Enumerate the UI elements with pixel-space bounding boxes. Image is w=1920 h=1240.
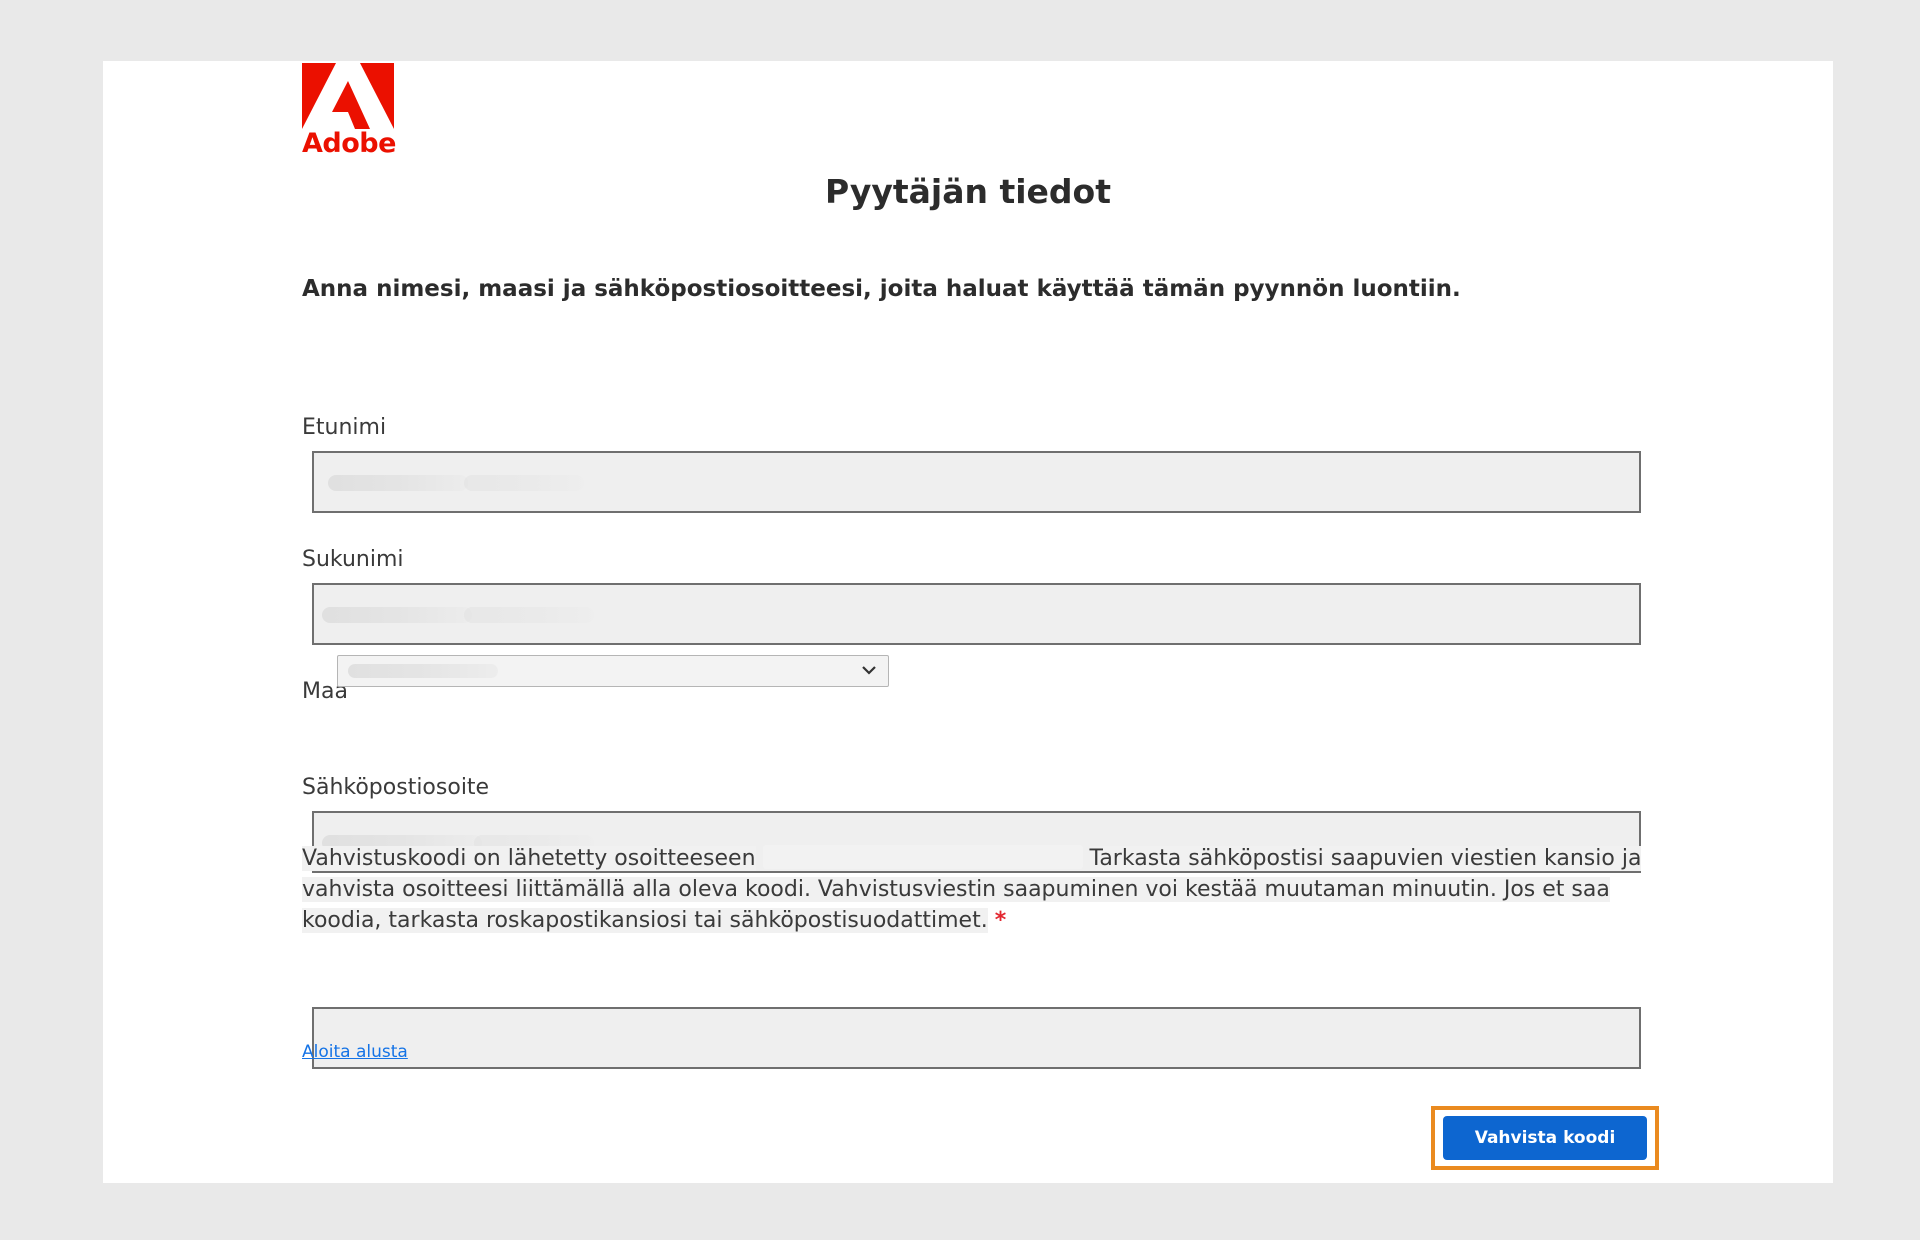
last-name-redacted-value-tail	[464, 607, 594, 623]
verify-code-button[interactable]: Vahvista koodi	[1443, 1116, 1647, 1160]
required-marker: *	[994, 908, 1007, 933]
chevron-down-icon	[862, 666, 876, 675]
first-name-redacted-value-tail	[464, 475, 584, 491]
verification-code-input[interactable]	[312, 1007, 1641, 1069]
adobe-logo-icon	[302, 63, 394, 129]
last-name-input[interactable]	[312, 583, 1641, 645]
email-label: Sähköpostiosoite	[302, 775, 490, 800]
first-name-label: Etunimi	[302, 415, 387, 440]
verification-text-before: Vahvistuskoodi on lähetetty osoitteeseen	[302, 846, 756, 871]
country-select[interactable]	[337, 655, 889, 687]
last-name-redacted-value	[322, 607, 472, 623]
redacted-email-address	[762, 845, 1083, 869]
request-form-card: Adobe Pyytäjän tiedot Anna nimesi, maasi…	[103, 61, 1833, 1183]
adobe-logo: Adobe	[302, 63, 396, 161]
adobe-logo-wordmark: Adobe	[302, 128, 396, 159]
first-name-redacted-value	[328, 475, 468, 491]
page-title: Pyytäjän tiedot	[825, 172, 1111, 211]
country-redacted-value	[348, 664, 498, 678]
last-name-label: Sukunimi	[302, 547, 404, 572]
form-intro-text: Anna nimesi, maasi ja sähköpostiosoittee…	[302, 276, 1461, 302]
restart-link[interactable]: Aloita alusta	[302, 1042, 408, 1062]
first-name-input[interactable]	[312, 451, 1641, 513]
verification-description: Vahvistuskoodi on lähetetty osoitteeseen…	[302, 843, 1647, 936]
